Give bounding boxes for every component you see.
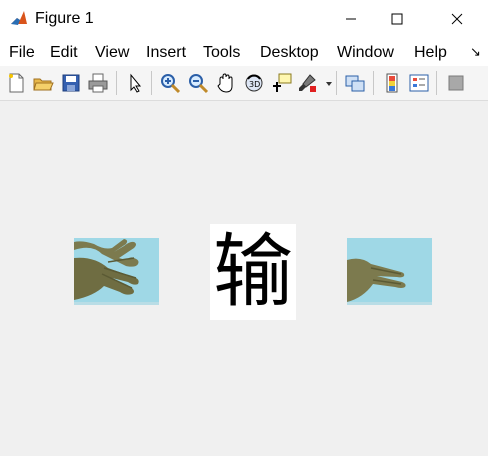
svg-text:3D: 3D [249,80,260,89]
brush-icon[interactable] [296,72,318,94]
pan-hand-icon[interactable] [215,72,237,94]
menu-tools[interactable]: Tools [203,44,240,62]
zoom-out-icon[interactable] [187,72,209,94]
print-icon[interactable] [87,72,109,94]
result-character: 输 [210,224,296,320]
edit-plot-arrow-icon[interactable] [124,72,146,94]
result-character-text: 输 [213,225,293,318]
menu-help[interactable]: Help [414,44,447,62]
insert-legend-icon[interactable] [408,72,430,94]
menu-bar: File Edit View Insert Tools Desktop Wind… [0,38,488,66]
scissors-hand-photo [347,238,432,305]
zoom-in-icon[interactable] [159,72,181,94]
toolbar-separator [151,71,152,95]
menu-window[interactable]: Window [337,44,394,62]
new-figure-icon[interactable] [5,72,27,94]
rotate-3d-icon[interactable]: 3D [243,72,265,94]
brush-dropdown-icon[interactable] [318,72,332,94]
window-title: Figure 1 [35,10,94,27]
menu-file[interactable]: File [9,44,35,62]
close-icon [451,13,463,25]
toolbar-separator [436,71,437,95]
open-file-icon[interactable] [32,72,54,94]
menu-view[interactable]: View [95,44,129,62]
minimize-button[interactable] [328,0,374,38]
matlab-logo-icon [9,9,29,29]
hide-plot-tools-icon[interactable] [445,72,467,94]
data-cursor-icon[interactable] [271,72,293,94]
link-plot-icon[interactable] [344,72,366,94]
maximize-button[interactable] [374,0,420,38]
menu-desktop[interactable]: Desktop [260,44,319,62]
toolbar-separator [373,71,374,95]
insert-colorbar-icon[interactable] [381,72,403,94]
close-button[interactable] [434,0,480,38]
menu-edit[interactable]: Edit [50,44,78,62]
open-hand-photo [74,238,159,305]
figure-toolbar: 3D [0,66,488,101]
menu-insert[interactable]: Insert [146,44,186,62]
toolbar-separator [336,71,337,95]
toolbar-separator [116,71,117,95]
save-icon[interactable] [60,72,82,94]
maximize-icon [391,13,403,25]
title-bar: Figure 1 [0,0,488,38]
dock-arrow-icon[interactable]: ↘ [470,44,481,60]
minimize-icon [346,18,356,20]
